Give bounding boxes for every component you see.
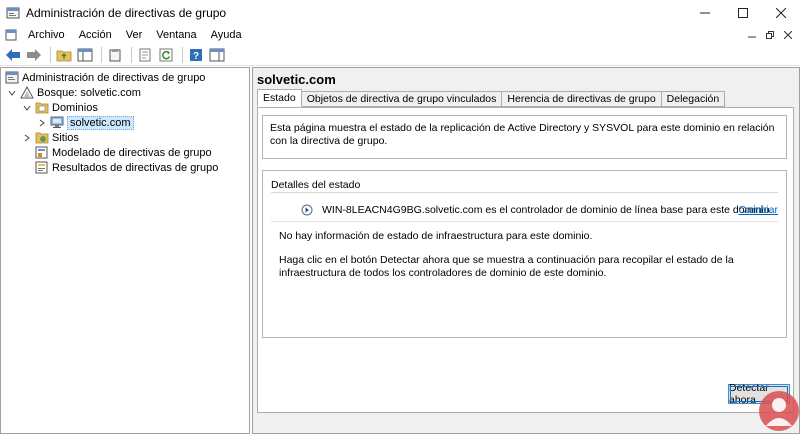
tab-estado[interactable]: Estado <box>257 89 302 107</box>
expand-circle-icon[interactable] <box>301 204 313 216</box>
tree-label: Dominios <box>52 101 98 114</box>
forest-icon <box>20 86 34 99</box>
divider <box>271 192 778 193</box>
folder-up-icon <box>56 50 72 61</box>
menu-accion[interactable]: Acción <box>72 29 119 41</box>
tree-item-forest[interactable]: Bosque: solvetic.com <box>7 85 141 100</box>
back-arrow-icon <box>6 48 20 61</box>
toolbar-separator <box>182 46 183 63</box>
help-icon: ? <box>190 48 202 62</box>
close-icon <box>776 8 786 18</box>
gpmc-app-icon <box>6 7 20 19</box>
console-tree-pane[interactable]: Administración de directivas de grupo Bo… <box>0 67 250 434</box>
properties-button[interactable] <box>136 46 154 64</box>
document-icon[interactable] <box>5 29 17 41</box>
minimize-icon <box>700 12 710 14</box>
toolbar-separator <box>101 46 102 63</box>
minimize-button[interactable] <box>686 0 724 26</box>
baseline-dc-row: WIN-8LEACN4G9BG.solvetic.com es el contr… <box>301 204 773 216</box>
status-details-group: Detalles del estado WIN-8LEACN4G9BG.solv… <box>262 170 787 338</box>
tree-label-selected: solvetic.com <box>67 115 134 130</box>
toolbar: ? <box>0 44 800 66</box>
svg-text:?: ? <box>193 51 199 62</box>
chevron-down-icon[interactable] <box>22 100 32 115</box>
close-button[interactable] <box>762 0 800 26</box>
show-tree-button[interactable] <box>76 46 94 64</box>
console-tree-icon <box>77 48 93 61</box>
group-title: Detalles del estado <box>271 179 361 191</box>
menu-ventana[interactable]: Ventana <box>149 29 203 41</box>
tab-panel-estado: Esta página muestra el estado de la repl… <box>257 107 794 413</box>
mdi-close-button[interactable] <box>780 28 796 42</box>
forward-arrow-icon <box>27 48 41 61</box>
tab-strip: Estado Objetos de directiva de grupo vin… <box>257 89 726 107</box>
clipboard-button[interactable] <box>106 46 124 64</box>
forward-button[interactable] <box>25 46 43 64</box>
gpmc-icon <box>5 71 19 84</box>
tree-item-domains[interactable]: Dominios <box>22 100 98 115</box>
menu-bar: Archivo Acción Ver Ventana Ayuda <box>0 26 800 44</box>
modeling-icon <box>35 146 49 159</box>
restore-icon <box>766 31 774 39</box>
tree-label: Resultados de directivas de grupo <box>52 161 219 174</box>
change-link[interactable]: Cambiar <box>738 204 778 216</box>
tab-inheritance[interactable]: Herencia de directivas de grupo <box>502 91 662 107</box>
minimize-icon <box>748 36 756 38</box>
mdi-restore-button[interactable] <box>762 28 778 42</box>
detect-hint-text: Haga clic en el botón Detectar ahora que… <box>279 254 734 279</box>
window-controls <box>686 0 800 26</box>
tree-label: Sitios <box>52 131 79 144</box>
title-bar: Administración de directivas de grupo <box>0 0 800 26</box>
no-info-text: No hay información de estado de infraest… <box>279 230 593 242</box>
tree-label: Bosque: solvetic.com <box>37 86 141 99</box>
menu-archivo[interactable]: Archivo <box>21 29 72 41</box>
clipboard-icon <box>109 48 121 61</box>
status-description: Esta página muestra el estado de la repl… <box>262 115 787 159</box>
refresh-icon <box>159 48 173 61</box>
page-title: solvetic.com <box>257 72 336 87</box>
watermark-logo <box>759 391 799 431</box>
action-pane-button[interactable] <box>208 46 226 64</box>
mdi-minimize-button[interactable] <box>744 28 760 42</box>
toolbar-separator <box>131 46 132 63</box>
refresh-button[interactable] <box>157 46 175 64</box>
up-level-button[interactable] <box>55 46 73 64</box>
tree-item-domain-solvetic[interactable]: solvetic.com <box>37 115 134 130</box>
help-button[interactable]: ? <box>187 46 205 64</box>
tree-item-sites[interactable]: Sitios <box>22 130 79 145</box>
tree-label: Administración de directivas de grupo <box>22 71 206 84</box>
sites-icon <box>35 131 49 144</box>
tree-item-modeling[interactable]: Modelado de directivas de grupo <box>35 145 212 160</box>
maximize-icon <box>738 8 748 18</box>
tree-item-root[interactable]: Administración de directivas de grupo <box>5 70 205 85</box>
chevron-right-icon[interactable] <box>22 130 32 145</box>
chevron-right-icon[interactable] <box>37 115 47 130</box>
mdi-controls <box>742 26 796 44</box>
tree-label: Modelado de directivas de grupo <box>52 146 212 159</box>
tree-item-results[interactable]: Resultados de directivas de grupo <box>35 160 218 175</box>
baseline-dc-text: WIN-8LEACN4G9BG.solvetic.com es el contr… <box>322 204 773 216</box>
tab-linked-gpos[interactable]: Objetos de directiva de grupo vinculados <box>301 91 503 107</box>
divider <box>271 221 778 222</box>
menu-ayuda[interactable]: Ayuda <box>204 29 249 41</box>
results-icon <box>35 161 49 174</box>
tab-delegation[interactable]: Delegación <box>661 91 726 107</box>
toolbar-separator <box>50 46 51 63</box>
action-pane-icon <box>209 48 225 61</box>
details-pane: solvetic.com Estado Objetos de directiva… <box>252 67 800 434</box>
folder-icon <box>35 101 49 114</box>
maximize-button[interactable] <box>724 0 762 26</box>
close-icon <box>784 31 792 39</box>
chevron-down-icon[interactable] <box>7 85 17 100</box>
window-title: Administración de directivas de grupo <box>26 6 227 20</box>
back-button[interactable] <box>4 46 22 64</box>
properties-icon <box>139 48 151 61</box>
menu-ver[interactable]: Ver <box>119 29 150 41</box>
domain-icon <box>50 116 64 129</box>
